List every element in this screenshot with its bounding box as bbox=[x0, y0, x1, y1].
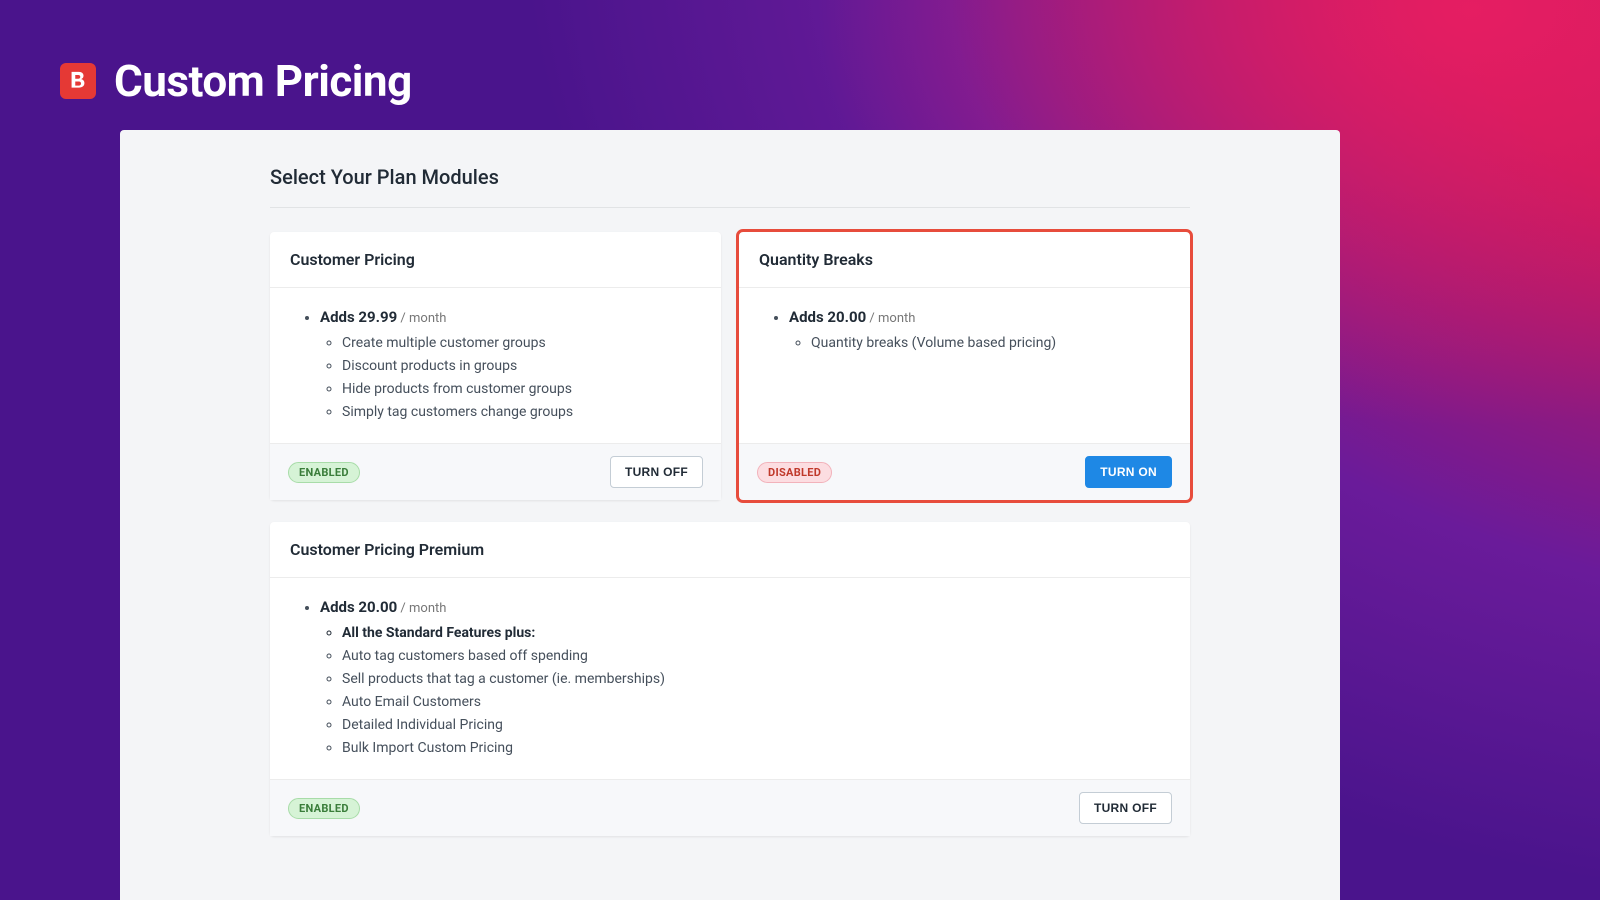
turn-off-button[interactable]: TURN OFF bbox=[610, 456, 703, 488]
card-body: Adds 20.00 / month Quantity breaks (Volu… bbox=[739, 288, 1190, 443]
feature-item: Bulk Import Custom Pricing bbox=[342, 738, 1168, 759]
cards-row-1: Customer Pricing Adds 29.99 / month Crea… bbox=[270, 232, 1190, 500]
price-line: Adds 20.00 / month All the Standard Feat… bbox=[320, 596, 1168, 759]
feature-item: Detailed Individual Pricing bbox=[342, 715, 1168, 736]
card-body: Adds 29.99 / month Create multiple custo… bbox=[270, 288, 721, 443]
status-badge-enabled: ENABLED bbox=[288, 798, 360, 819]
brand-logo bbox=[60, 63, 96, 99]
feature-item: Simply tag customers change groups bbox=[342, 402, 699, 423]
turn-off-button[interactable]: TURN OFF bbox=[1079, 792, 1172, 824]
content-panel: Select Your Plan Modules Customer Pricin… bbox=[120, 130, 1340, 900]
card-title: Customer Pricing Premium bbox=[270, 522, 1190, 578]
feature-item: Sell products that tag a customer (ie. m… bbox=[342, 669, 1168, 690]
card-title: Quantity Breaks bbox=[739, 232, 1190, 288]
app-background: Custom Pricing Select Your Plan Modules … bbox=[0, 0, 1600, 900]
module-card-quantity-breaks: Quantity Breaks Adds 20.00 / month Quant… bbox=[739, 232, 1190, 500]
price-line: Adds 20.00 / month Quantity breaks (Volu… bbox=[789, 306, 1168, 354]
card-footer: DISABLED TURN ON bbox=[739, 443, 1190, 500]
status-badge-disabled: DISABLED bbox=[757, 462, 832, 483]
module-card-customer-pricing-premium: Customer Pricing Premium Adds 20.00 / mo… bbox=[270, 522, 1190, 836]
card-body: Adds 20.00 / month All the Standard Feat… bbox=[270, 578, 1190, 779]
feature-item: Create multiple customer groups bbox=[342, 333, 699, 354]
feature-heading: All the Standard Features plus: bbox=[342, 623, 1168, 644]
price-line: Adds 29.99 / month Create multiple custo… bbox=[320, 306, 699, 423]
card-footer: ENABLED TURN OFF bbox=[270, 443, 721, 500]
page-title: Custom Pricing bbox=[114, 55, 412, 107]
feature-item: Hide products from customer groups bbox=[342, 379, 699, 400]
feature-item: Quantity breaks (Volume based pricing) bbox=[811, 333, 1168, 354]
feature-item: Auto tag customers based off spending bbox=[342, 646, 1168, 667]
status-badge-enabled: ENABLED bbox=[288, 462, 360, 483]
card-footer: ENABLED TURN OFF bbox=[270, 779, 1190, 836]
feature-item: Discount products in groups bbox=[342, 356, 699, 377]
module-card-customer-pricing: Customer Pricing Adds 29.99 / month Crea… bbox=[270, 232, 721, 500]
feature-item: Auto Email Customers bbox=[342, 692, 1168, 713]
turn-on-button[interactable]: TURN ON bbox=[1085, 456, 1172, 488]
page-header: Custom Pricing bbox=[60, 55, 412, 107]
section-title: Select Your Plan Modules bbox=[270, 165, 1190, 208]
brand-logo-icon bbox=[68, 70, 88, 92]
card-title: Customer Pricing bbox=[270, 232, 721, 288]
